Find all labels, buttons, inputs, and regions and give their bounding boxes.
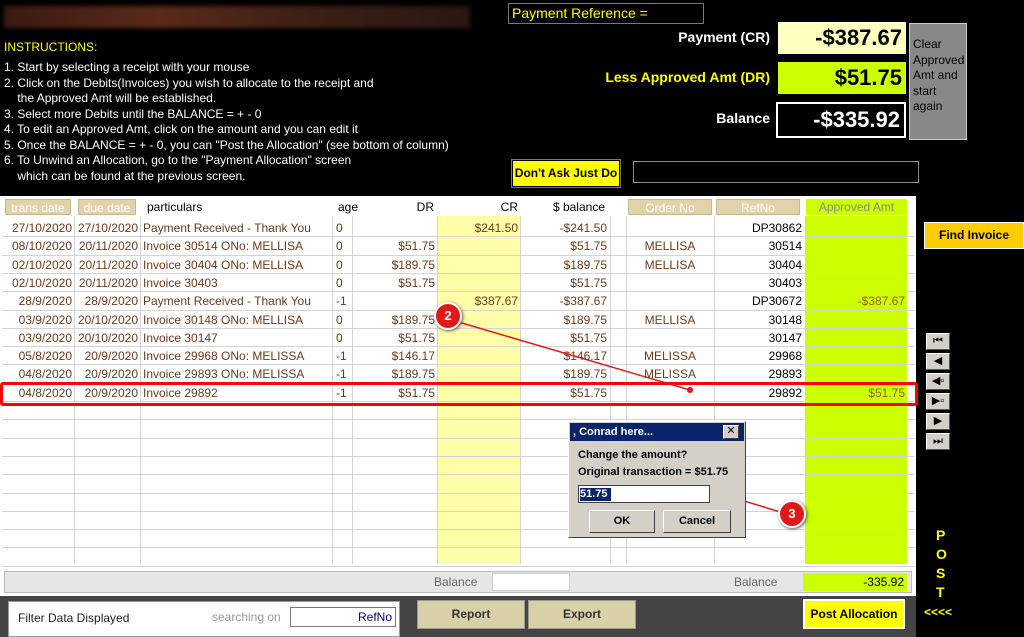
ok-button[interactable]: OK — [589, 510, 655, 533]
export-button[interactable]: Export — [528, 600, 636, 629]
balance-value-2: -335.92 — [803, 573, 907, 591]
balance-label-1: Balance — [434, 575, 478, 589]
dialog-title: , Conrad here... — [570, 423, 744, 441]
arrow-line — [454, 320, 691, 391]
post-letter: P — [936, 527, 948, 543]
step-marker-3: 3 — [778, 500, 806, 528]
post-letter: S — [936, 565, 948, 581]
search-field-selector[interactable]: RefNo — [290, 607, 396, 627]
post-arrows: <<<< — [924, 605, 953, 619]
dialog-original: Original transaction = $51.75 — [578, 466, 729, 478]
post-allocation-button[interactable]: Post Allocation — [803, 599, 905, 629]
filter-label: Filter Data Displayed — [18, 611, 130, 625]
annotation-arrows — [454, 320, 781, 513]
search-label: searching on — [212, 610, 281, 624]
amount-input-value: 51.75 — [580, 488, 611, 501]
arrow-end-dot — [687, 387, 693, 393]
cancel-button[interactable]: Cancel — [663, 510, 731, 533]
post-letter: T — [936, 584, 947, 600]
change-amount-dialog: , Conrad here... ✕ Change the amount? Or… — [568, 421, 746, 538]
step-marker-2: 2 — [434, 302, 462, 330]
dialog-question: Change the amount? — [578, 449, 688, 461]
report-button[interactable]: Report — [417, 600, 525, 629]
post-letter: O — [936, 546, 949, 562]
balance-label-2: Balance — [734, 575, 778, 589]
balance-value-1 — [492, 573, 570, 591]
close-icon[interactable]: ✕ — [723, 425, 739, 439]
